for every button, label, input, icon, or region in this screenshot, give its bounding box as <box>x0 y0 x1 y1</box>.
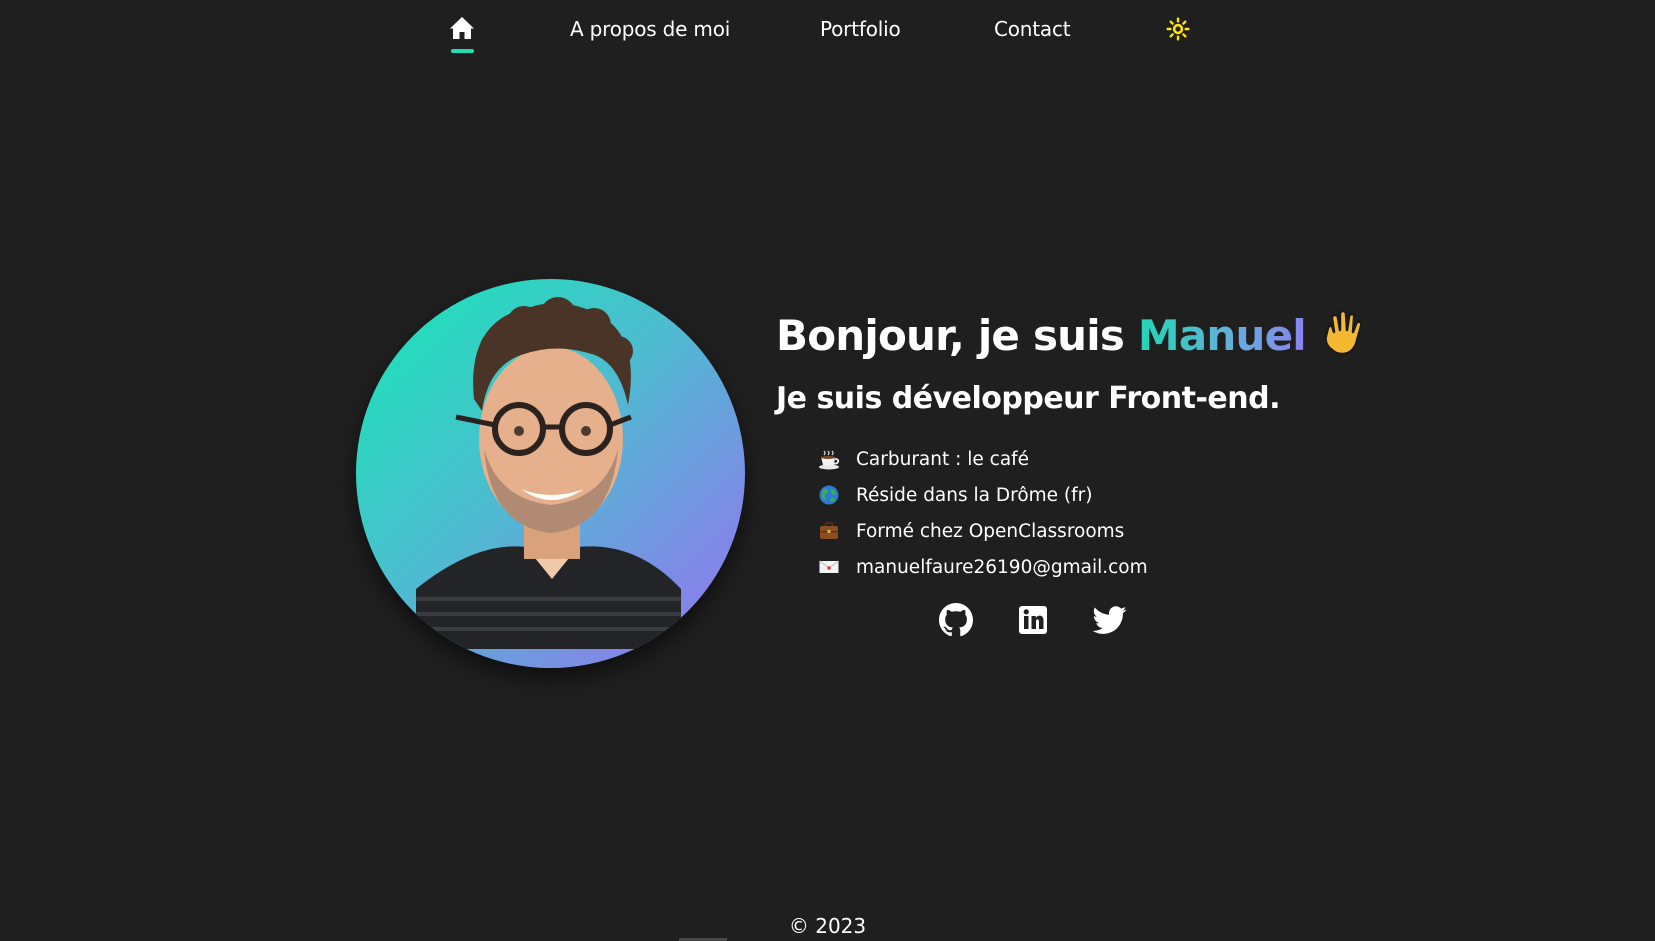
profile-avatar <box>356 279 745 668</box>
info-item-email: manuelfaure26190@gmail.com <box>818 549 1148 585</box>
briefcase-icon <box>818 520 840 542</box>
linkedin-icon[interactable] <box>1016 603 1050 637</box>
hero-name: Manuel <box>1137 311 1307 360</box>
nav-link-about[interactable]: A propos de moi <box>570 17 730 41</box>
waving-hand-icon <box>1320 309 1364 366</box>
twitter-icon[interactable] <box>1093 603 1127 637</box>
info-item-location: Réside dans la Drôme (fr) <box>818 477 1148 513</box>
hero-subtitle: Je suis développeur Front-end. <box>776 381 1280 416</box>
profile-photo <box>416 297 681 649</box>
greeting-text: Bonjour, je suis <box>776 311 1138 360</box>
info-text-email: manuelfaure26190@gmail.com <box>856 556 1148 578</box>
main-nav: A propos de moi Portfolio Contact <box>0 0 1655 60</box>
coffee-icon <box>818 448 840 470</box>
info-text-location: Réside dans la Drôme (fr) <box>856 484 1093 506</box>
sun-icon[interactable] <box>1166 17 1190 41</box>
footer-copyright: © 2023 <box>788 914 867 938</box>
active-indicator <box>451 49 474 53</box>
globe-icon <box>818 484 840 506</box>
info-text-training: Formé chez OpenClassrooms <box>856 520 1125 542</box>
info-text-fuel: Carburant : le café <box>856 448 1030 470</box>
hero-title: Bonjour, je suis Manuel <box>776 309 1364 366</box>
nav-link-portfolio[interactable]: Portfolio <box>820 17 901 41</box>
home-icon <box>449 16 475 40</box>
nav-link-contact[interactable]: Contact <box>994 17 1071 41</box>
github-icon[interactable] <box>939 603 973 637</box>
info-item-training: Formé chez OpenClassrooms <box>818 513 1148 549</box>
nav-home-link[interactable] <box>449 16 475 56</box>
info-item-fuel: Carburant : le café <box>818 441 1148 477</box>
envelope-icon <box>818 556 840 578</box>
info-list: Carburant : le café Réside dans la Drôme… <box>818 441 1148 585</box>
